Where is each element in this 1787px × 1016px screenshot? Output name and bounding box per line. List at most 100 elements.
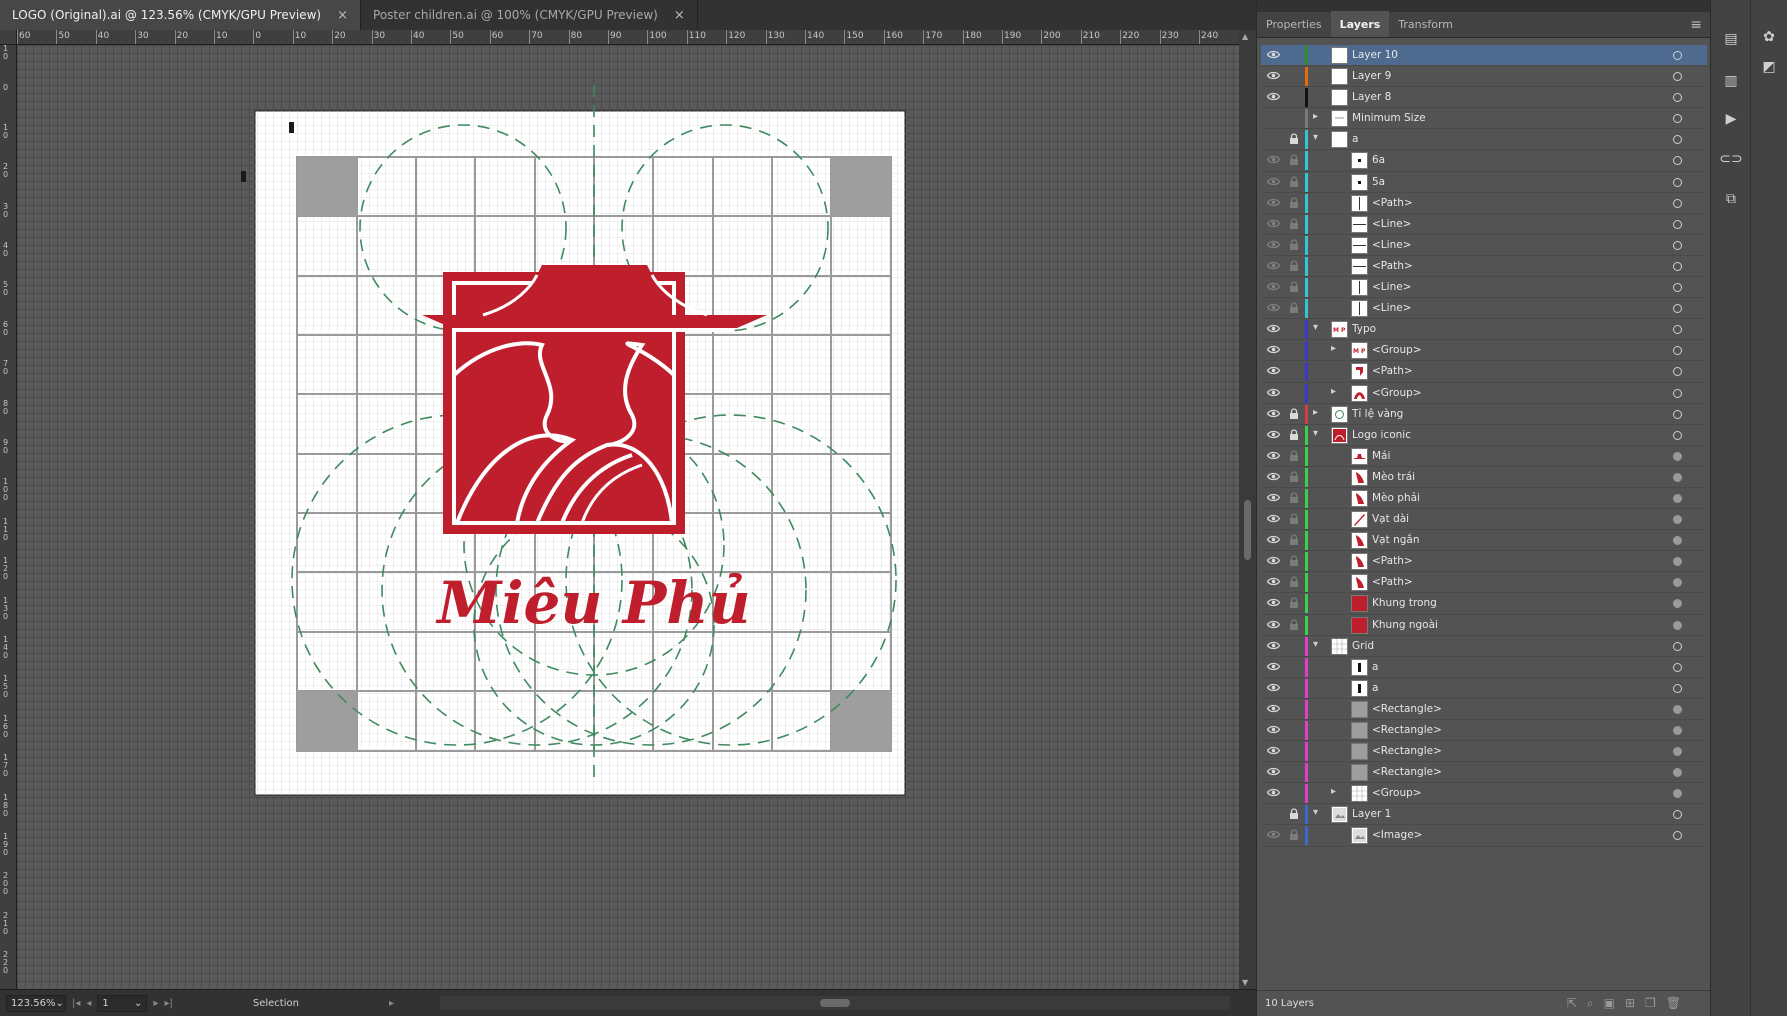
layer-name[interactable]: <Rectangle> [1372,724,1442,736]
expand-right-icon[interactable]: ▸ [1313,407,1323,418]
tab-layers[interactable]: Layers [1330,11,1390,37]
layer-name[interactable]: <Group> [1372,787,1422,799]
layer-name[interactable]: <Rectangle> [1372,703,1442,715]
layer-row[interactable]: <Line> [1261,277,1707,299]
layer-row[interactable]: <Rectangle> [1261,762,1707,784]
layer-row[interactable]: a [1261,657,1707,678]
target-icon[interactable] [1673,346,1682,356]
layer-name[interactable]: Layer 8 [1352,91,1391,103]
target-icon[interactable] [1673,198,1682,208]
visibility-eye-icon[interactable] [1267,324,1280,333]
target-icon[interactable] [1673,515,1682,525]
lock-icon[interactable] [1289,513,1299,525]
target-icon[interactable] [1673,388,1682,398]
chevron-down-icon[interactable]: ⌄ [56,998,64,1009]
layer-name[interactable]: a [1352,133,1358,145]
layer-row[interactable]: ▾ M P Typo [1261,319,1707,341]
layer-row[interactable]: ▾ Grid [1261,636,1707,657]
target-icon[interactable] [1673,662,1682,672]
lock-icon[interactable] [1289,471,1299,483]
layer-row[interactable]: Layer 9 [1261,66,1707,88]
layer-row[interactable]: 6a [1261,150,1707,172]
artboard-field[interactable]: 1 ⌄ [97,994,148,1012]
layer-name[interactable]: a [1372,682,1378,694]
lock-icon[interactable] [1289,175,1299,188]
lock-icon[interactable] [1289,302,1299,314]
layer-name[interactable]: Logo iconic [1352,429,1411,441]
target-icon[interactable] [1673,451,1682,461]
target-icon[interactable] [1673,409,1682,419]
visibility-eye-icon[interactable] [1267,282,1280,291]
target-icon[interactable] [1673,135,1682,145]
locate-object-icon[interactable]: ⌕ [1587,996,1594,1011]
layer-row[interactable]: a [1261,678,1707,699]
visibility-eye-icon[interactable] [1267,725,1280,734]
visibility-eye-icon[interactable] [1267,767,1280,776]
layer-row[interactable]: Mèo trái [1261,467,1707,488]
artifact-a[interactable] [241,171,246,182]
doc-tab-logo[interactable]: LOGO (Original).ai @ 123.56% (CMYK/GPU P… [0,0,362,30]
target-icon[interactable] [1673,831,1682,841]
layer-row[interactable]: ▸ Minimum Size [1261,108,1707,130]
scroll-up-icon[interactable]: ▲ [1242,32,1248,41]
visibility-eye-icon[interactable] [1267,598,1280,607]
target-icon[interactable] [1673,114,1682,124]
expand-down-icon[interactable]: ▾ [1313,322,1323,333]
target-icon[interactable] [1673,599,1682,609]
lock-icon[interactable] [1289,618,1299,631]
layer-row[interactable]: ▸ <Group> [1261,783,1707,805]
lock-icon[interactable] [1289,133,1299,145]
close-icon[interactable]: × [337,8,348,23]
layer-name[interactable]: <Path> [1372,260,1413,272]
target-icon[interactable] [1673,493,1682,503]
layer-row[interactable]: Mái [1261,446,1707,467]
target-icon[interactable] [1673,177,1682,187]
visibility-eye-icon[interactable] [1267,493,1280,502]
layer-row[interactable]: ▸ <Group> [1261,383,1707,404]
target-icon[interactable] [1673,72,1682,82]
layer-row[interactable]: Layer 10 [1261,45,1707,67]
canvas[interactable]: Miêu Phủ [17,45,1239,989]
target-icon[interactable] [1673,156,1682,166]
layer-row[interactable]: <Line> [1261,298,1707,320]
close-icon[interactable]: × [674,8,685,23]
layer-name[interactable]: Layer 1 [1352,808,1391,820]
visibility-eye-icon[interactable] [1267,388,1280,397]
layer-name[interactable]: Khung trong [1372,597,1437,609]
target-icon[interactable] [1673,430,1682,440]
visibility-eye-icon[interactable] [1267,577,1280,586]
target-icon[interactable] [1673,683,1682,693]
visibility-eye-icon[interactable] [1267,92,1280,101]
target-icon[interactable] [1673,747,1682,757]
expand-down-icon[interactable]: ▾ [1313,807,1323,818]
new-sublayer-icon[interactable]: ⊞ [1625,996,1635,1011]
lock-icon[interactable] [1289,829,1299,841]
visibility-eye-icon[interactable] [1267,641,1280,650]
layer-row[interactable]: <Image> [1261,825,1707,847]
lock-icon[interactable] [1289,154,1299,166]
layer-name[interactable]: Khung ngoài [1372,619,1438,631]
target-icon[interactable] [1673,304,1682,314]
visibility-eye-icon[interactable] [1267,430,1280,439]
expand-down-icon[interactable]: ▾ [1313,639,1323,650]
visibility-eye-icon[interactable] [1267,535,1280,544]
visibility-eye-icon[interactable] [1267,830,1280,839]
lock-icon[interactable] [1289,534,1299,546]
target-icon[interactable] [1673,810,1682,820]
next-artboard-icon[interactable]: ▸ [153,998,158,1009]
expand-right-icon[interactable]: ▸ [1331,786,1341,797]
layer-name[interactable]: <Path> [1372,555,1413,567]
layer-name[interactable]: Mèo phải [1372,492,1420,504]
layer-row[interactable]: Mèo phải [1261,488,1707,510]
target-icon[interactable] [1673,367,1682,377]
libraries-icon[interactable]: ▥ [1719,70,1743,92]
pathfinder-icon[interactable]: ⧉ [1719,188,1743,210]
color-guide-icon[interactable]: ✿ [1757,26,1781,48]
target-icon[interactable] [1673,261,1682,271]
layer-name[interactable]: Vạt ngắn [1372,534,1419,546]
image-trace-icon[interactable]: ◩ [1757,56,1781,78]
visibility-eye-icon[interactable] [1267,472,1280,481]
lock-icon[interactable] [1289,281,1299,293]
lock-icon[interactable] [1289,492,1299,504]
layer-name[interactable]: 5a [1372,176,1385,188]
